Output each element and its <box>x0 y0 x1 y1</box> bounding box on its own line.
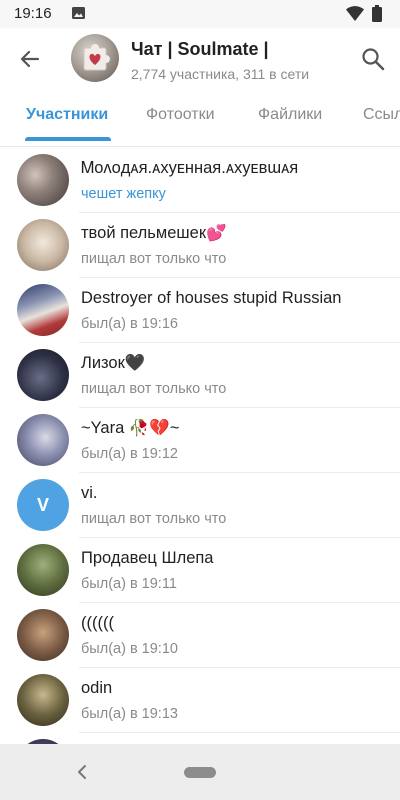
avatar <box>17 609 69 661</box>
divider <box>79 602 400 603</box>
member-list: Ꮇᴏᴧᴏдᴀя.ᴀхуᴇнная.ᴀхуᴇʙɯᴀя чешет жепку тв… <box>0 147 400 744</box>
member-status: был(а) в 19:13 <box>81 706 178 722</box>
divider <box>79 472 400 473</box>
divider <box>79 732 400 733</box>
divider <box>79 667 400 668</box>
member-status: чешет жепку <box>81 186 166 202</box>
avatar <box>17 349 69 401</box>
member-status: был(а) в 19:10 <box>81 641 178 657</box>
member-status: был(а) в 19:12 <box>81 446 178 462</box>
group-title: Чат | Soulmate | <box>131 39 269 59</box>
divider <box>79 342 400 343</box>
member-row[interactable]: odin был(а) в 19:13 <box>0 669 400 733</box>
group-avatar[interactable] <box>71 34 119 82</box>
chat-members-screen: 19:16 Чат | Soulmate | 2,774 участника, <box>0 0 400 800</box>
avatar <box>17 414 69 466</box>
chat-header: Чат | Soulmate | 2,774 участника, 311 в … <box>0 28 400 90</box>
member-row[interactable]: (((((( был(а) в 19:10 <box>0 604 400 668</box>
member-name: твой пельмешек💕 <box>81 224 227 242</box>
battery-icon <box>372 5 382 22</box>
member-row[interactable]: Продавец Шлепа был(а) в 19:11 <box>0 539 400 603</box>
divider <box>79 537 400 538</box>
active-tab-indicator <box>25 137 111 141</box>
member-name: Destroyer of houses stupid Russian <box>81 289 342 307</box>
member-name: Ꮇᴏᴧᴏдᴀя.ᴀхуᴇнная.ᴀхуᴇʙɯᴀя <box>81 159 299 177</box>
nav-back-icon[interactable] <box>74 763 90 781</box>
tab-links[interactable]: Ссылки <box>363 106 400 124</box>
member-name: Продавец Шлепа <box>81 549 214 567</box>
back-arrow-icon[interactable] <box>16 45 44 73</box>
status-bar: 19:16 <box>0 0 400 28</box>
member-row[interactable]: V vi. пищал вот только что <box>0 474 400 538</box>
avatar <box>17 284 69 336</box>
avatar <box>17 674 69 726</box>
divider <box>79 407 400 408</box>
nav-home-pill[interactable] <box>184 767 216 778</box>
member-status: пищал вот только что <box>81 511 227 527</box>
image-icon <box>72 7 85 19</box>
member-name: Лизок🖤 <box>81 354 146 372</box>
member-row[interactable]: ~Yara 🥀💔~ был(а) в 19:12 <box>0 409 400 473</box>
member-name: ~Yara 🥀💔~ <box>81 419 180 437</box>
member-row[interactable]: твой пельмешек💕 пищал вот только что <box>0 214 400 278</box>
divider <box>79 212 400 213</box>
tab-photos[interactable]: Фотоотки <box>146 106 215 124</box>
search-icon[interactable] <box>360 46 386 72</box>
member-status: был(а) в 19:11 <box>81 576 177 592</box>
member-status: пищал вот только что <box>81 381 227 397</box>
member-row[interactable]: Destroyer of houses stupid Russian был(а… <box>0 279 400 343</box>
member-name: vi. <box>81 484 98 502</box>
divider <box>79 277 400 278</box>
tab-bar: Участники Фотоотки Файлики Ссылки <box>0 90 400 142</box>
member-name: odin <box>81 679 113 697</box>
status-time: 19:16 <box>14 5 52 22</box>
tab-files[interactable]: Файлики <box>258 106 322 124</box>
puzzle-heart-icon <box>83 44 110 71</box>
member-status: пищал вот только что <box>81 251 227 267</box>
member-name: (((((( <box>81 614 114 632</box>
member-row[interactable]: Лизок🖤 пищал вот только что <box>0 344 400 408</box>
avatar <box>17 154 69 206</box>
member-row[interactable]: Ꮇᴏᴧᴏдᴀя.ᴀхуᴇнная.ᴀхуᴇʙɯᴀя чешет жепку <box>0 149 400 213</box>
member-status: был(а) в 19:16 <box>81 316 178 332</box>
avatar <box>17 219 69 271</box>
system-nav-bar <box>0 744 400 800</box>
avatar <box>17 544 69 596</box>
letter-avatar: V <box>17 479 69 531</box>
wifi-icon <box>346 6 364 21</box>
group-subtitle: 2,774 участника, 311 в сети <box>131 66 310 82</box>
tab-participants[interactable]: Участники <box>26 106 108 124</box>
